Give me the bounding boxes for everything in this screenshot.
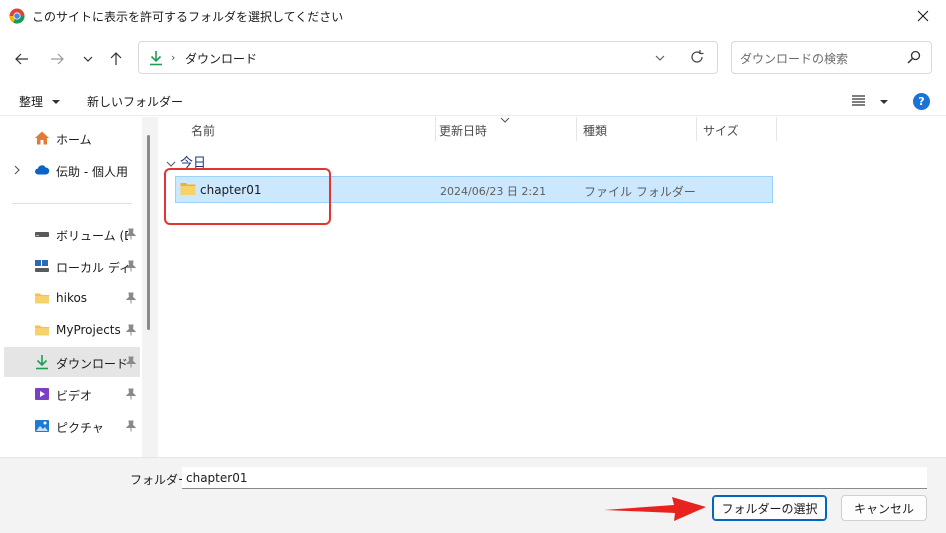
address-bar[interactable]: › ダウンロード: [138, 41, 718, 74]
search-placeholder: ダウンロードの検索: [740, 52, 849, 66]
recent-locations-button[interactable]: [77, 48, 99, 70]
sidebar-item-label: ホーム: [56, 133, 92, 147]
folder-name-input[interactable]: [182, 467, 927, 489]
view-options-button[interactable]: [852, 94, 888, 109]
arrow-left-icon: [15, 53, 28, 65]
list-view-icon: [852, 95, 865, 106]
caret-down-icon: [879, 100, 888, 104]
picture-icon: [35, 420, 49, 432]
sidebar-divider: [12, 203, 132, 204]
file-type: ファイル フォルダー: [584, 185, 696, 199]
up-button[interactable]: [105, 48, 127, 70]
file-date: 2024/06/23 日 2:21: [440, 185, 547, 198]
sidebar-item-volume-d[interactable]: ボリューム (D:): [4, 219, 140, 249]
chevron-down-icon: [83, 56, 93, 62]
organize-button[interactable]: 整理: [19, 93, 60, 110]
sidebar-item-pictures[interactable]: ピクチャ: [4, 411, 140, 441]
column-divider[interactable]: [576, 117, 577, 141]
sidebar-item-label: ピクチャ: [56, 421, 104, 435]
arrow-up-icon: [110, 52, 122, 65]
search-icon: [907, 50, 921, 64]
cloud-icon: [35, 165, 50, 175]
pin-icon[interactable]: [126, 324, 136, 336]
sidebar-item-onedrive[interactable]: 伝助 - 個人用: [4, 155, 140, 185]
column-header-name[interactable]: 名前: [191, 117, 215, 141]
title-bar: このサイトに表示を許可するフォルダを選択してください: [0, 0, 946, 32]
sidebar-item-videos[interactable]: ビデオ: [4, 379, 140, 409]
sidebar-item-label: ダウンロード: [56, 357, 128, 371]
home-icon: [35, 131, 49, 145]
close-button[interactable]: [900, 0, 946, 32]
sort-chevron-icon: [500, 117, 510, 123]
chrome-icon: [9, 8, 25, 24]
annotation-arrow-icon: [604, 497, 706, 521]
help-button[interactable]: ?: [913, 93, 930, 110]
column-header-size[interactable]: サイズ: [703, 117, 739, 141]
folder-icon: [35, 325, 49, 336]
download-icon: [150, 51, 162, 66]
new-folder-button[interactable]: 新しいフォルダー: [87, 93, 183, 110]
command-bar: 整理 新しいフォルダー ?: [0, 86, 946, 116]
sidebar-item-label: hikos: [56, 291, 88, 305]
sidebar-scrollbar-thumb[interactable]: [147, 135, 150, 330]
dialog-footer: フォルダー: フォルダーの選択 キャンセル: [0, 457, 946, 533]
chevron-down-icon: [166, 161, 176, 167]
local-disk-icon: [35, 260, 49, 272]
column-header-date[interactable]: 更新日時: [439, 117, 487, 141]
sidebar-item-home[interactable]: ホーム: [4, 123, 140, 153]
sidebar-item-label: 伝助 - 個人用: [56, 165, 128, 179]
pin-icon[interactable]: [126, 292, 136, 304]
column-header-type[interactable]: 種類: [583, 117, 607, 141]
breadcrumb-current[interactable]: ダウンロード: [185, 50, 257, 67]
arrow-right-icon: [51, 53, 64, 65]
forward-button[interactable]: [46, 48, 68, 70]
sidebar-item-label: ボリューム (D:): [56, 229, 128, 243]
column-divider[interactable]: [696, 117, 697, 141]
pin-icon[interactable]: [126, 356, 136, 368]
close-icon: [917, 10, 929, 22]
navigation-pane: ホーム 伝助 - 個人用 ボリューム (D:) ローカル ディスク hikos …: [0, 117, 158, 457]
window-title: このサイトに表示を許可するフォルダを選択してください: [32, 10, 344, 24]
column-divider[interactable]: [776, 117, 777, 141]
caret-down-icon: [51, 100, 60, 104]
column-divider[interactable]: [435, 117, 436, 141]
sidebar-item-label: ローカル ディスク: [56, 261, 128, 275]
sidebar-item-hikos[interactable]: hikos: [4, 283, 140, 313]
back-button[interactable]: [11, 48, 33, 70]
sidebar-item-downloads[interactable]: ダウンロード: [4, 347, 140, 377]
download-icon: [36, 355, 48, 370]
drive-icon: [35, 232, 49, 237]
organize-label: 整理: [19, 95, 44, 109]
select-folder-button[interactable]: フォルダーの選択: [712, 495, 827, 521]
chevron-right-icon: [14, 165, 20, 175]
sidebar-item-myprojects[interactable]: MyProjects: [4, 315, 140, 345]
search-box[interactable]: ダウンロードの検索: [731, 41, 932, 74]
video-icon: [35, 388, 49, 400]
sidebar-item-local-disk[interactable]: ローカル ディスク: [4, 251, 140, 281]
pin-icon[interactable]: [126, 228, 136, 240]
annotation-highlight-box: [164, 168, 331, 225]
pin-icon[interactable]: [126, 388, 136, 400]
pin-icon[interactable]: [126, 260, 136, 272]
sidebar-item-label: ビデオ: [56, 389, 93, 403]
sidebar-scrollbar-track[interactable]: [142, 117, 158, 457]
breadcrumb-chevron-icon: ›: [171, 51, 176, 64]
folder-icon: [35, 293, 49, 304]
new-folder-label: 新しいフォルダー: [87, 95, 184, 109]
pin-icon[interactable]: [126, 420, 136, 432]
sidebar-item-label: MyProjects: [56, 323, 121, 337]
chevron-down-icon[interactable]: [655, 50, 665, 66]
refresh-icon[interactable]: [689, 49, 705, 65]
cancel-button[interactable]: キャンセル: [841, 495, 927, 521]
